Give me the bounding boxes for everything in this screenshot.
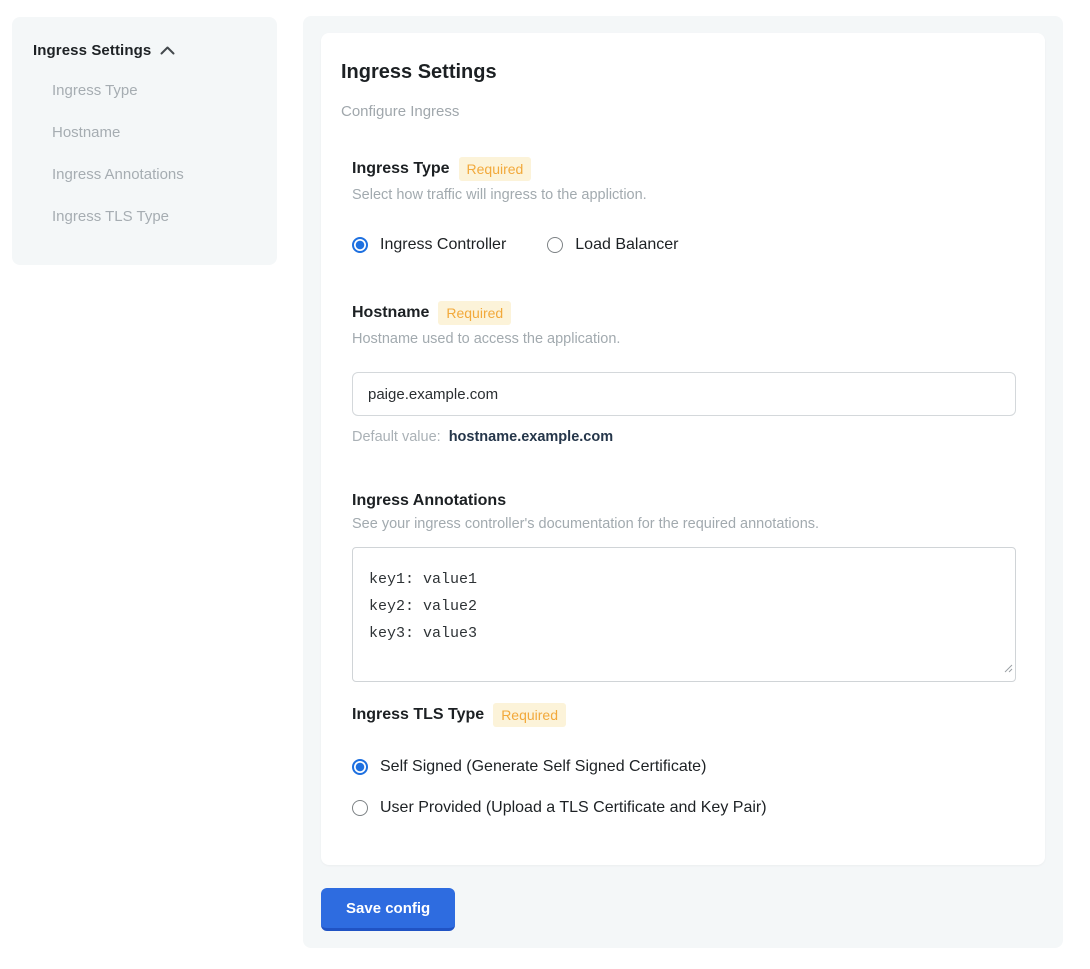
required-badge: Required bbox=[438, 301, 511, 325]
section-ingress-type: Ingress Type Required Select how traffic… bbox=[352, 157, 1015, 254]
page-subtitle: Configure Ingress bbox=[341, 104, 1015, 120]
radio-option-user-provided[interactable]: User Provided (Upload a TLS Certificate … bbox=[352, 798, 1015, 817]
section-ingress-annotations: Ingress Annotations See your ingress con… bbox=[352, 492, 1015, 682]
ingress-type-radio-group: Ingress Controller Load Balancer bbox=[352, 235, 1015, 254]
radio-label: User Provided (Upload a TLS Certificate … bbox=[380, 798, 767, 817]
section-ingress-tls-type: Ingress TLS Type Required Self Signed (G… bbox=[352, 703, 1015, 817]
save-config-button[interactable]: Save config bbox=[321, 888, 455, 931]
self-signed-radio[interactable] bbox=[352, 759, 368, 775]
ingress-settings-card: Ingress Settings Configure Ingress Ingre… bbox=[321, 33, 1045, 865]
user-provided-radio[interactable] bbox=[352, 800, 368, 816]
hostname-help: Hostname used to access the application. bbox=[352, 331, 1015, 347]
annotations-help: See your ingress controller's documentat… bbox=[352, 516, 1015, 532]
ingress-type-help: Select how traffic will ingress to the a… bbox=[352, 187, 1015, 203]
sidebar-group-ingress-settings[interactable]: Ingress Settings bbox=[33, 42, 257, 59]
annotations-textarea-wrap: key1: value1 key2: value2 key3: value3 bbox=[352, 547, 1016, 682]
chevron-up-icon bbox=[160, 46, 175, 55]
radio-label: Self Signed (Generate Self Signed Certif… bbox=[380, 757, 706, 776]
radio-label: Ingress Controller bbox=[380, 235, 506, 254]
annotations-label: Ingress Annotations bbox=[352, 492, 506, 510]
sidebar-item-hostname[interactable]: Hostname bbox=[52, 125, 257, 141]
ingress-controller-radio[interactable] bbox=[352, 237, 368, 253]
annotations-textarea[interactable]: key1: value1 key2: value2 key3: value3 bbox=[352, 547, 1016, 682]
required-badge: Required bbox=[493, 703, 566, 727]
sidebar-item-ingress-annotations[interactable]: Ingress Annotations bbox=[52, 167, 257, 183]
tls-type-label: Ingress TLS Type bbox=[352, 706, 484, 724]
sidebar-group-label: Ingress Settings bbox=[33, 42, 151, 59]
default-value-prefix: Default value: bbox=[352, 429, 441, 445]
sidebar-item-ingress-tls-type[interactable]: Ingress TLS Type bbox=[52, 209, 257, 225]
sidebar-item-ingress-type[interactable]: Ingress Type bbox=[52, 83, 257, 99]
page-title: Ingress Settings bbox=[341, 60, 1015, 84]
resize-handle-icon[interactable] bbox=[1003, 660, 1013, 678]
hostname-default-line: Default value: hostname.example.com bbox=[352, 429, 1015, 445]
settings-nav-sidebar: Ingress Settings Ingress Type Hostname I… bbox=[12, 17, 277, 265]
radio-option-load-balancer[interactable]: Load Balancer bbox=[547, 235, 678, 254]
radio-option-ingress-controller[interactable]: Ingress Controller bbox=[352, 235, 506, 254]
ingress-type-label: Ingress Type bbox=[352, 160, 450, 178]
required-badge: Required bbox=[459, 157, 532, 181]
hostname-label: Hostname bbox=[352, 304, 429, 322]
hostname-input[interactable] bbox=[352, 372, 1016, 416]
load-balancer-radio[interactable] bbox=[547, 237, 563, 253]
sidebar-item-list: Ingress Type Hostname Ingress Annotation… bbox=[52, 83, 257, 225]
default-value-text: hostname.example.com bbox=[449, 429, 613, 445]
section-hostname: Hostname Required Hostname used to acces… bbox=[352, 301, 1015, 445]
settings-main-panel: Ingress Settings Configure Ingress Ingre… bbox=[303, 16, 1063, 948]
radio-option-self-signed[interactable]: Self Signed (Generate Self Signed Certif… bbox=[352, 757, 1015, 776]
radio-label: Load Balancer bbox=[575, 235, 678, 254]
tls-type-radio-group: Self Signed (Generate Self Signed Certif… bbox=[352, 757, 1015, 817]
